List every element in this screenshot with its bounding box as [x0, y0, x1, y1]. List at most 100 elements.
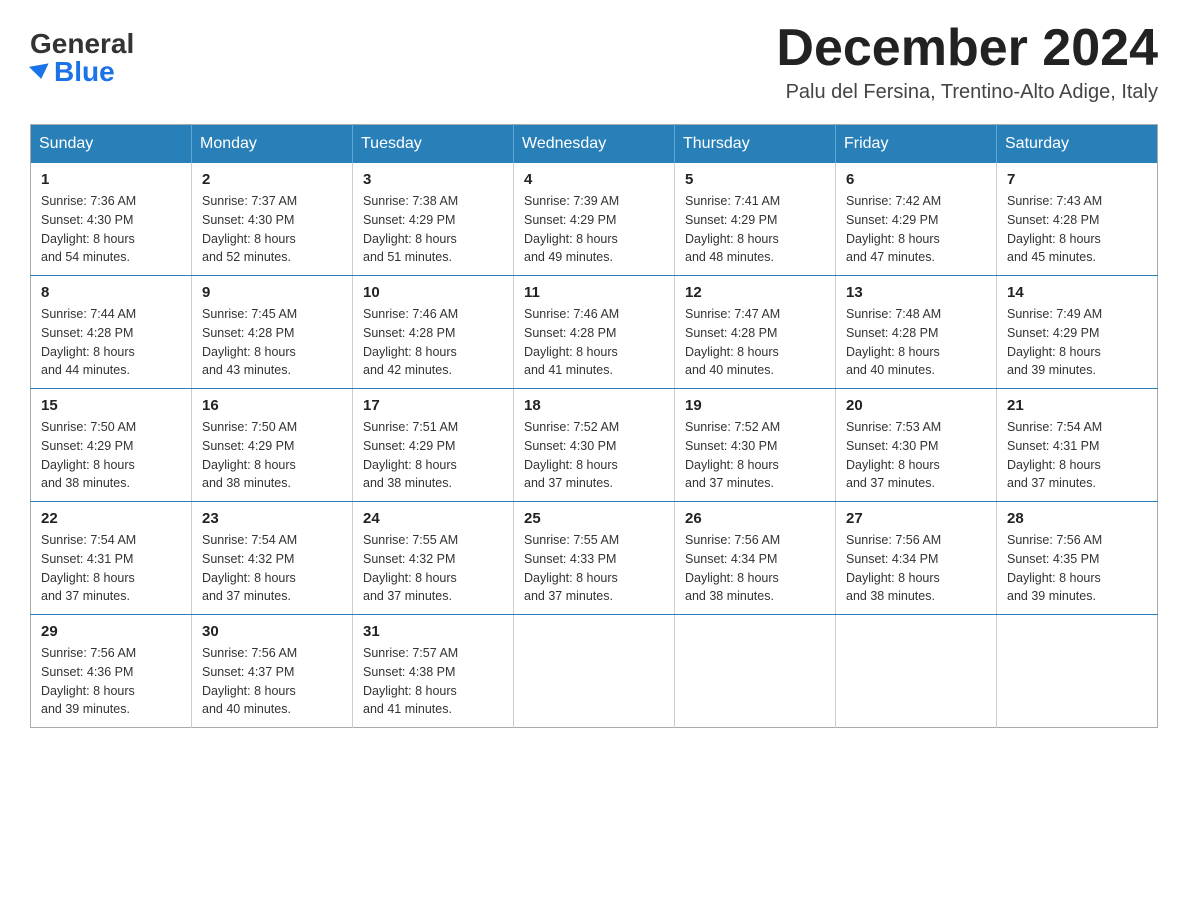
calendar-day-cell: 31 Sunrise: 7:57 AM Sunset: 4:38 PM Dayl…: [353, 615, 514, 728]
day-info: Sunrise: 7:41 AM Sunset: 4:29 PM Dayligh…: [685, 192, 825, 267]
day-info: Sunrise: 7:44 AM Sunset: 4:28 PM Dayligh…: [41, 305, 181, 380]
day-info: Sunrise: 7:48 AM Sunset: 4:28 PM Dayligh…: [846, 305, 986, 380]
day-info: Sunrise: 7:52 AM Sunset: 4:30 PM Dayligh…: [524, 418, 664, 493]
calendar-day-cell: 12 Sunrise: 7:47 AM Sunset: 4:28 PM Dayl…: [675, 276, 836, 389]
day-info: Sunrise: 7:57 AM Sunset: 4:38 PM Dayligh…: [363, 644, 503, 719]
col-header-monday: Monday: [192, 125, 353, 164]
calendar-day-cell: 4 Sunrise: 7:39 AM Sunset: 4:29 PM Dayli…: [514, 163, 675, 276]
day-number: 13: [846, 284, 986, 301]
day-info: Sunrise: 7:50 AM Sunset: 4:29 PM Dayligh…: [41, 418, 181, 493]
calendar-day-cell: 25 Sunrise: 7:55 AM Sunset: 4:33 PM Dayl…: [514, 502, 675, 615]
calendar-day-cell: 26 Sunrise: 7:56 AM Sunset: 4:34 PM Dayl…: [675, 502, 836, 615]
day-info: Sunrise: 7:52 AM Sunset: 4:30 PM Dayligh…: [685, 418, 825, 493]
location-subtitle: Palu del Fersina, Trentino-Alto Adige, I…: [776, 81, 1158, 104]
day-number: 25: [524, 510, 664, 527]
calendar-week-row: 8 Sunrise: 7:44 AM Sunset: 4:28 PM Dayli…: [31, 276, 1158, 389]
calendar-day-cell: 18 Sunrise: 7:52 AM Sunset: 4:30 PM Dayl…: [514, 389, 675, 502]
month-year-title: December 2024: [776, 20, 1158, 77]
day-number: 12: [685, 284, 825, 301]
day-number: 9: [202, 284, 342, 301]
calendar-day-cell: 30 Sunrise: 7:56 AM Sunset: 4:37 PM Dayl…: [192, 615, 353, 728]
day-number: 20: [846, 397, 986, 414]
calendar-day-cell: 1 Sunrise: 7:36 AM Sunset: 4:30 PM Dayli…: [31, 163, 192, 276]
day-info: Sunrise: 7:51 AM Sunset: 4:29 PM Dayligh…: [363, 418, 503, 493]
calendar-day-cell: 16 Sunrise: 7:50 AM Sunset: 4:29 PM Dayl…: [192, 389, 353, 502]
day-info: Sunrise: 7:43 AM Sunset: 4:28 PM Dayligh…: [1007, 192, 1147, 267]
calendar-day-cell: 2 Sunrise: 7:37 AM Sunset: 4:30 PM Dayli…: [192, 163, 353, 276]
day-number: 30: [202, 623, 342, 640]
calendar-day-cell: 14 Sunrise: 7:49 AM Sunset: 4:29 PM Dayl…: [997, 276, 1158, 389]
day-number: 8: [41, 284, 181, 301]
day-info: Sunrise: 7:56 AM Sunset: 4:34 PM Dayligh…: [685, 531, 825, 606]
day-info: Sunrise: 7:56 AM Sunset: 4:37 PM Dayligh…: [202, 644, 342, 719]
col-header-wednesday: Wednesday: [514, 125, 675, 164]
calendar-day-cell: [836, 615, 997, 728]
calendar-day-cell: 20 Sunrise: 7:53 AM Sunset: 4:30 PM Dayl…: [836, 389, 997, 502]
day-info: Sunrise: 7:47 AM Sunset: 4:28 PM Dayligh…: [685, 305, 825, 380]
day-info: Sunrise: 7:49 AM Sunset: 4:29 PM Dayligh…: [1007, 305, 1147, 380]
day-info: Sunrise: 7:54 AM Sunset: 4:31 PM Dayligh…: [41, 531, 181, 606]
day-number: 19: [685, 397, 825, 414]
calendar-day-cell: [997, 615, 1158, 728]
calendar-day-cell: [514, 615, 675, 728]
calendar-day-cell: 21 Sunrise: 7:54 AM Sunset: 4:31 PM Dayl…: [997, 389, 1158, 502]
logo-arrow-icon: [29, 63, 51, 80]
day-number: 31: [363, 623, 503, 640]
logo: General Blue: [30, 20, 134, 86]
col-header-saturday: Saturday: [997, 125, 1158, 164]
day-info: Sunrise: 7:46 AM Sunset: 4:28 PM Dayligh…: [363, 305, 503, 380]
title-section: December 2024 Palu del Fersina, Trentino…: [776, 20, 1158, 104]
calendar-day-cell: 5 Sunrise: 7:41 AM Sunset: 4:29 PM Dayli…: [675, 163, 836, 276]
day-number: 29: [41, 623, 181, 640]
day-info: Sunrise: 7:50 AM Sunset: 4:29 PM Dayligh…: [202, 418, 342, 493]
day-number: 16: [202, 397, 342, 414]
day-number: 3: [363, 171, 503, 188]
calendar-day-cell: 11 Sunrise: 7:46 AM Sunset: 4:28 PM Dayl…: [514, 276, 675, 389]
col-header-tuesday: Tuesday: [353, 125, 514, 164]
day-number: 5: [685, 171, 825, 188]
day-number: 18: [524, 397, 664, 414]
day-number: 15: [41, 397, 181, 414]
day-number: 14: [1007, 284, 1147, 301]
day-number: 2: [202, 171, 342, 188]
day-info: Sunrise: 7:46 AM Sunset: 4:28 PM Dayligh…: [524, 305, 664, 380]
calendar-day-cell: [675, 615, 836, 728]
page-header: General Blue December 2024 Palu del Fers…: [30, 20, 1158, 104]
day-info: Sunrise: 7:56 AM Sunset: 4:36 PM Dayligh…: [41, 644, 181, 719]
day-number: 22: [41, 510, 181, 527]
col-header-thursday: Thursday: [675, 125, 836, 164]
calendar-week-row: 1 Sunrise: 7:36 AM Sunset: 4:30 PM Dayli…: [31, 163, 1158, 276]
calendar-day-cell: 28 Sunrise: 7:56 AM Sunset: 4:35 PM Dayl…: [997, 502, 1158, 615]
calendar-table: SundayMondayTuesdayWednesdayThursdayFrid…: [30, 124, 1158, 728]
day-info: Sunrise: 7:54 AM Sunset: 4:32 PM Dayligh…: [202, 531, 342, 606]
day-info: Sunrise: 7:36 AM Sunset: 4:30 PM Dayligh…: [41, 192, 181, 267]
calendar-week-row: 15 Sunrise: 7:50 AM Sunset: 4:29 PM Dayl…: [31, 389, 1158, 502]
calendar-day-cell: 10 Sunrise: 7:46 AM Sunset: 4:28 PM Dayl…: [353, 276, 514, 389]
day-number: 24: [363, 510, 503, 527]
day-info: Sunrise: 7:37 AM Sunset: 4:30 PM Dayligh…: [202, 192, 342, 267]
calendar-day-cell: 13 Sunrise: 7:48 AM Sunset: 4:28 PM Dayl…: [836, 276, 997, 389]
col-header-sunday: Sunday: [31, 125, 192, 164]
calendar-week-row: 22 Sunrise: 7:54 AM Sunset: 4:31 PM Dayl…: [31, 502, 1158, 615]
calendar-day-cell: 27 Sunrise: 7:56 AM Sunset: 4:34 PM Dayl…: [836, 502, 997, 615]
calendar-day-cell: 19 Sunrise: 7:52 AM Sunset: 4:30 PM Dayl…: [675, 389, 836, 502]
day-number: 10: [363, 284, 503, 301]
day-number: 27: [846, 510, 986, 527]
calendar-day-cell: 17 Sunrise: 7:51 AM Sunset: 4:29 PM Dayl…: [353, 389, 514, 502]
day-info: Sunrise: 7:53 AM Sunset: 4:30 PM Dayligh…: [846, 418, 986, 493]
day-info: Sunrise: 7:39 AM Sunset: 4:29 PM Dayligh…: [524, 192, 664, 267]
day-number: 28: [1007, 510, 1147, 527]
calendar-day-cell: 6 Sunrise: 7:42 AM Sunset: 4:29 PM Dayli…: [836, 163, 997, 276]
calendar-day-cell: 9 Sunrise: 7:45 AM Sunset: 4:28 PM Dayli…: [192, 276, 353, 389]
day-info: Sunrise: 7:42 AM Sunset: 4:29 PM Dayligh…: [846, 192, 986, 267]
day-info: Sunrise: 7:45 AM Sunset: 4:28 PM Dayligh…: [202, 305, 342, 380]
logo-general-text: General: [30, 30, 134, 58]
day-info: Sunrise: 7:56 AM Sunset: 4:34 PM Dayligh…: [846, 531, 986, 606]
calendar-day-cell: 23 Sunrise: 7:54 AM Sunset: 4:32 PM Dayl…: [192, 502, 353, 615]
calendar-week-row: 29 Sunrise: 7:56 AM Sunset: 4:36 PM Dayl…: [31, 615, 1158, 728]
calendar-day-cell: 24 Sunrise: 7:55 AM Sunset: 4:32 PM Dayl…: [353, 502, 514, 615]
day-info: Sunrise: 7:56 AM Sunset: 4:35 PM Dayligh…: [1007, 531, 1147, 606]
calendar-day-cell: 7 Sunrise: 7:43 AM Sunset: 4:28 PM Dayli…: [997, 163, 1158, 276]
day-info: Sunrise: 7:55 AM Sunset: 4:32 PM Dayligh…: [363, 531, 503, 606]
day-info: Sunrise: 7:38 AM Sunset: 4:29 PM Dayligh…: [363, 192, 503, 267]
